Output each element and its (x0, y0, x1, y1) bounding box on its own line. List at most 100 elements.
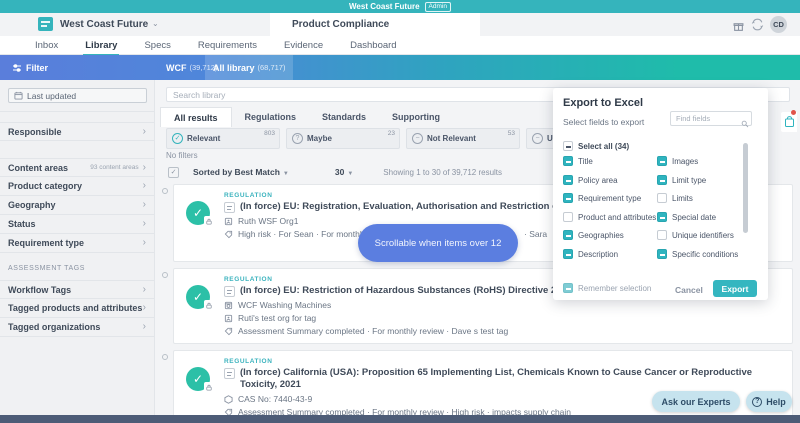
tab-supporting[interactable]: Supporting (379, 107, 453, 127)
sidebar-item-tagged-organizations[interactable]: Tagged organizations › (0, 318, 154, 337)
chevron-right-icon: › (143, 164, 146, 172)
user-avatar[interactable]: CD (770, 16, 787, 33)
field-option[interactable]: Unique identifiers (657, 230, 734, 240)
find-fields-input[interactable] (670, 111, 752, 126)
sidebar-item-content-areas[interactable]: Content areas 93 content areas › (0, 158, 154, 177)
chevron-right-icon: › (143, 323, 146, 331)
field-option[interactable]: Limits (657, 193, 693, 203)
field-checkbox[interactable] (563, 212, 573, 222)
sort-dropdown[interactable]: Sorted by Best Match▼ (193, 167, 289, 177)
tab-all-results[interactable]: All results (160, 107, 232, 127)
remember-selection-checkbox[interactable] (563, 283, 573, 293)
select-all-results-checkbox[interactable]: ✓ (168, 167, 179, 178)
cancel-button[interactable]: Cancel (675, 285, 703, 295)
field-checkbox[interactable] (563, 249, 573, 259)
sidebar-item-status[interactable]: Status› (0, 215, 154, 234)
result-row[interactable]: ✓ REGULATION (In force) California (USA)… (173, 350, 793, 423)
relevance-count: 23 (388, 130, 395, 137)
basket-icon[interactable] (781, 112, 797, 132)
page-size-dropdown[interactable]: 30▼ (335, 167, 353, 177)
field-option[interactable]: Requirement type (563, 193, 641, 203)
field-checkbox[interactable] (657, 193, 667, 203)
help-button[interactable]: ? Help (746, 391, 792, 412)
result-title[interactable]: (In force) EU: Restriction of Hazardous … (240, 285, 601, 296)
tab-all-library[interactable]: All library (68,717) (205, 55, 293, 80)
field-checkbox[interactable] (563, 156, 573, 166)
relevance-filter-maybe[interactable]: ? Maybe 23 (286, 128, 400, 149)
modal-title: Export to Excel (563, 97, 643, 109)
result-title[interactable]: (In force) California (USA): Proposition… (240, 367, 782, 391)
sidebar-item-label: Content areas (8, 163, 68, 173)
tab-standards[interactable]: Standards (309, 107, 379, 127)
field-option[interactable]: Limit type (657, 175, 706, 185)
field-checkbox[interactable] (657, 156, 667, 166)
nav-item-inbox[interactable]: Inbox (35, 40, 58, 51)
sidebar-item-requirement-type[interactable]: Requirement type› (0, 234, 154, 253)
select-all-checkbox[interactable] (563, 141, 573, 151)
export-button[interactable]: Export (713, 280, 757, 297)
field-option[interactable]: Special date (657, 212, 716, 222)
tag-icon (224, 230, 233, 239)
sidebar-item-geography[interactable]: Geography › (0, 196, 154, 215)
field-label: Title (578, 157, 593, 166)
nav-item-evidence[interactable]: Evidence (284, 40, 323, 51)
modal-scrollbar-thumb[interactable] (743, 143, 748, 233)
relevance-label: Not Relevant (427, 134, 476, 143)
tab-regulations[interactable]: Regulations (232, 107, 310, 127)
field-option[interactable]: Description (563, 249, 618, 259)
sidebar-item-label: Status (8, 219, 36, 229)
org-switcher[interactable]: West Coast Future (60, 19, 148, 30)
sidebar-item-product-category[interactable]: Product category› (0, 177, 154, 196)
chevron-right-icon: › (143, 182, 146, 190)
sidebar-item-tagged-products[interactable]: Tagged products and attributes› (0, 299, 154, 318)
lock-icon (204, 382, 213, 392)
field-label: Unique identifiers (672, 231, 734, 240)
sidebar-item-label: Geography (8, 200, 56, 210)
sidebar-item-responsible[interactable]: Responsible› (0, 122, 154, 141)
field-checkbox[interactable] (657, 175, 667, 185)
admin-badge: Admin (425, 2, 451, 12)
no-filters-text: No filters (166, 151, 198, 160)
organization-icon (224, 314, 233, 323)
classic-mode-icon[interactable] (751, 18, 764, 36)
field-checkbox[interactable] (563, 193, 573, 203)
chevron-right-icon: › (143, 304, 146, 312)
assessment-tags-header: ASSESSMENT TAGS (8, 265, 85, 272)
field-checkbox[interactable] (657, 249, 667, 259)
result-product: WCF Washing Machines (238, 300, 331, 310)
field-checkbox[interactable] (563, 175, 573, 185)
field-option[interactable]: Images (657, 156, 698, 166)
nav-item-requirements[interactable]: Requirements (198, 40, 257, 51)
field-checkbox[interactable] (657, 230, 667, 240)
field-label: Policy area (578, 176, 618, 185)
field-option[interactable]: Product and attributes (563, 212, 656, 222)
field-option[interactable]: Policy area (563, 175, 618, 185)
nav-item-library[interactable]: Library (85, 40, 117, 51)
field-option[interactable]: Specific conditions (657, 249, 738, 259)
result-cas-number: CAS No: 7440-43-9 (238, 394, 312, 404)
ask-our-experts-button[interactable]: Ask our Experts (652, 391, 740, 412)
nav-item-dashboard[interactable]: Dashboard (350, 40, 396, 51)
relevance-filter-not-relevant[interactable]: − Not Relevant 53 (406, 128, 520, 149)
field-checkbox[interactable] (563, 230, 573, 240)
gift-icon[interactable] (733, 19, 744, 37)
last-updated-filter[interactable]: Last updated (8, 88, 147, 103)
chevron-right-icon: › (143, 201, 146, 209)
select-all-fields[interactable]: Select all (34) (563, 141, 629, 151)
filter-button[interactable]: Filter (12, 55, 48, 80)
field-label: Specific conditions (672, 250, 738, 259)
remember-selection-option[interactable]: Remember selection (563, 283, 651, 293)
sidebar-item-label: Tagged organizations (8, 322, 100, 332)
field-label: Geographies (578, 231, 624, 240)
nav-item-specs[interactable]: Specs (144, 40, 170, 51)
calendar-icon (14, 91, 23, 100)
all-library-label: All library (213, 63, 255, 73)
source-document-icon (224, 368, 235, 379)
main-nav: Inbox Library Specs Requirements Evidenc… (0, 36, 800, 55)
relevance-filter-relevant[interactable]: ✓ Relevant 803 (166, 128, 280, 149)
field-checkbox[interactable] (657, 212, 667, 222)
field-option[interactable]: Geographies (563, 230, 624, 240)
tab-product-compliance[interactable]: Product Compliance (270, 13, 480, 36)
sidebar-item-workflow-tags[interactable]: Workflow Tags› (0, 280, 154, 299)
field-option[interactable]: Title (563, 156, 593, 166)
